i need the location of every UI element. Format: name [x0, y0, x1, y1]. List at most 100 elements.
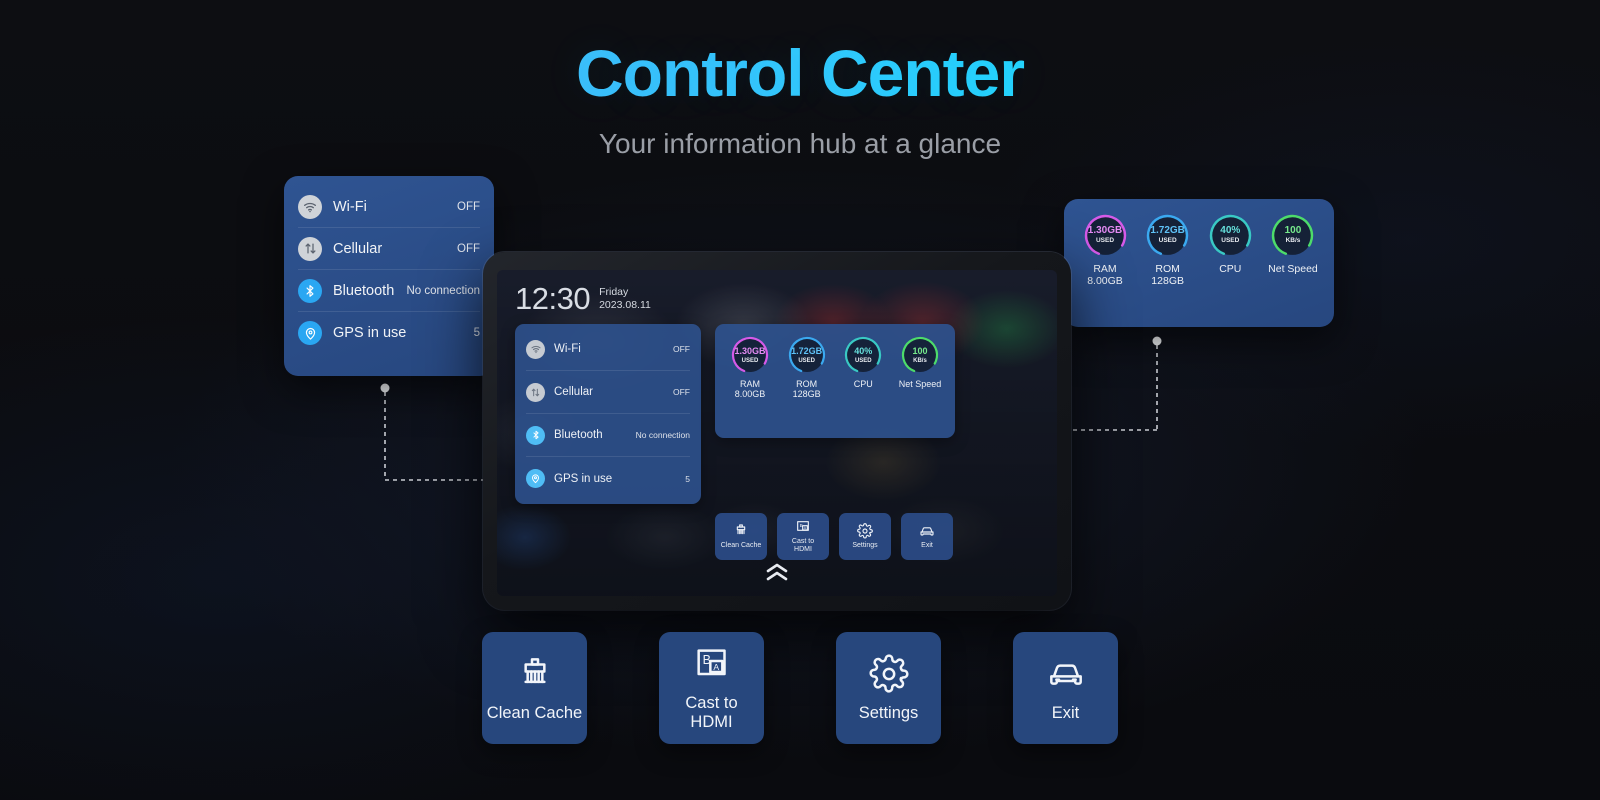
connectivity-value: OFF: [673, 387, 690, 398]
gauge-value: 40%: [1220, 225, 1241, 237]
button-label: Exit: [1051, 703, 1080, 722]
gauge-net-speed[interactable]: 100 KB/s Net Speed: [1262, 213, 1324, 275]
clock-time: 12:30: [515, 281, 591, 316]
screen-connectivity-row-cellular[interactable]: Cellular OFF: [526, 371, 690, 415]
action-button-bar: Clean Cache B A Cast to HDMI Settings Ex…: [0, 632, 1600, 744]
screen-action-label: Cast to HDMI: [791, 538, 815, 554]
scroll-up-handle[interactable]: [497, 562, 1057, 582]
head-unit-screen: 12:30 Friday 2023.08.11 Wi-Fi OFF Cellul…: [497, 270, 1057, 596]
clock-date: 2023.08.11: [599, 299, 651, 312]
system-stats-callout-panel: 1.30GB USED RAM 8.00GB 1.72GB USED ROM 1…: [1064, 199, 1334, 327]
gauge-ring: 1.30GB USED: [1083, 213, 1128, 258]
gauge-name: Net Speed: [1268, 263, 1318, 275]
gauge-ring: 1.72GB USED: [787, 335, 827, 375]
gauge-unit: USED: [854, 357, 872, 364]
gauge-value: 1.30GB: [734, 346, 766, 357]
gauge-ram[interactable]: 1.30GB USED RAM 8.00GB: [722, 335, 778, 399]
gauge-unit: USED: [798, 357, 815, 364]
clean-cache-button[interactable]: Clean Cache: [482, 632, 587, 744]
gauge-sub: 8.00GB: [1087, 275, 1123, 287]
page-title: Control Center: [0, 40, 1600, 106]
gauge-unit: KB/s: [1285, 236, 1301, 244]
connectivity-value: 5: [473, 327, 480, 339]
connectivity-row-wifi[interactable]: Wi-Fi OFF: [298, 186, 480, 228]
screen-action-cast-to-hdmi[interactable]: B A Cast to HDMI: [777, 513, 829, 561]
car-icon: [1049, 663, 1082, 685]
right-connector-dot: [1152, 336, 1162, 346]
connectivity-label: GPS in use: [333, 325, 407, 341]
gauge-value: 100: [1284, 225, 1302, 237]
connectivity-label: Bluetooth: [554, 429, 603, 442]
gauge-sub: 128GB: [792, 389, 821, 400]
connectivity-value: 5: [685, 473, 690, 484]
connectivity-label: Wi-Fi: [554, 343, 581, 356]
gauge-value: 1.30GB: [1087, 225, 1123, 237]
screen-connectivity-row-bluetooth[interactable]: Bluetooth No connection: [526, 414, 690, 458]
gauge-net-speed[interactable]: 100 KB/s Net Speed: [892, 335, 948, 399]
gauge-name: RAM: [740, 379, 760, 390]
screen-connectivity-row-gps[interactable]: GPS in use 5: [526, 457, 690, 500]
gauge-rom[interactable]: 1.72GB USED ROM 128GB: [779, 335, 835, 399]
clock-day: Friday: [599, 286, 629, 298]
connectivity-row-bluetooth[interactable]: Bluetooth No connection: [298, 270, 480, 312]
connectivity-value: OFF: [457, 242, 480, 255]
button-label: Cast to HDMI: [685, 694, 738, 731]
gauge-name: ROM: [796, 379, 818, 390]
screen-action-clean-cache[interactable]: Clean Cache: [715, 513, 767, 561]
gps-icon: [298, 321, 322, 345]
svg-text:A: A: [713, 662, 719, 672]
screen-connectivity-panel: Wi-Fi OFF Cellular OFF Bluetooth No conn…: [515, 324, 701, 505]
gauge-ram[interactable]: 1.30GB USED RAM 8.00GB: [1074, 213, 1136, 287]
exit-button[interactable]: Exit: [1013, 632, 1118, 744]
gauge-unit: USED: [741, 357, 759, 364]
gauge-cpu[interactable]: 40% USED CPU: [1199, 213, 1261, 275]
gauge-value: 1.72GB: [1150, 225, 1185, 237]
bluetooth-icon: [526, 425, 545, 445]
screen-action-label: Clean Cache: [720, 542, 762, 550]
left-connector-dot: [380, 383, 390, 393]
connectivity-value: No connection: [406, 284, 480, 297]
screen-action-label: Settings: [852, 542, 878, 550]
screen-action-tiles: Clean Cache B A Cast to HDMI Settings Ex…: [715, 513, 1039, 561]
chevron-double-up-icon: [766, 563, 788, 581]
gear-icon: [869, 654, 908, 693]
gauge-name: CPU: [853, 379, 873, 390]
connectivity-label: GPS in use: [554, 472, 613, 485]
connectivity-label: Cellular: [554, 386, 593, 399]
gauge-ring: 100 KB/s: [900, 335, 940, 375]
cellular-icon: [526, 382, 545, 402]
cast-hdmi-icon: B A: [696, 649, 726, 676]
connectivity-row-gps[interactable]: GPS in use 5: [298, 312, 480, 354]
gauge-name: CPU: [1219, 263, 1242, 275]
screen-action-exit[interactable]: Exit: [901, 513, 953, 561]
gauge-unit: USED: [1158, 236, 1177, 244]
screen-connectivity-row-wifi[interactable]: Wi-Fi OFF: [526, 328, 690, 372]
gauge-name: Net Speed: [898, 379, 942, 390]
cast-to-hdmi-button[interactable]: B A Cast to HDMI: [659, 632, 764, 744]
gauge-ring: 100 KB/s: [1270, 213, 1315, 258]
gauge-rom[interactable]: 1.72GB USED ROM 128GB: [1137, 213, 1199, 287]
connectivity-value: OFF: [457, 200, 480, 213]
gauge-ring: 1.30GB USED: [730, 335, 770, 375]
page-subtitle: Your information hub at a glance: [598, 128, 1002, 159]
screen-system-stats-panel: 1.30GB USED RAM 8.00GB 1.72GB USED ROM 1…: [715, 324, 955, 439]
gauge-name: RAM: [1093, 263, 1117, 275]
connectivity-row-cellular[interactable]: Cellular OFF: [298, 228, 480, 270]
settings-button[interactable]: Settings: [836, 632, 941, 744]
system-stats-gauges: 1.30GB USED RAM 8.00GB 1.72GB USED ROM 1…: [1074, 213, 1324, 287]
gauge-ring: 40% USED: [843, 335, 883, 375]
gps-icon: [526, 469, 545, 489]
gauge-value: 1.72GB: [791, 346, 823, 357]
page-root: Control Center Your information hub at a…: [0, 0, 1600, 800]
cellular-icon: [298, 236, 322, 261]
gauge-value: 100: [912, 346, 928, 357]
gauge-ring: 1.72GB USED: [1145, 213, 1190, 258]
gauge-sub: 128GB: [1151, 275, 1184, 287]
gauge-cpu[interactable]: 40% USED CPU: [835, 335, 891, 399]
screen-action-settings[interactable]: Settings: [839, 513, 891, 561]
gauge-unit: USED: [1095, 236, 1115, 244]
broom-icon: [523, 657, 546, 683]
connectivity-label: Bluetooth: [333, 282, 395, 299]
header: Control Center Your information hub at a…: [0, 40, 1600, 160]
car-head-unit-device: 12:30 Friday 2023.08.11 Wi-Fi OFF Cellul…: [483, 252, 1071, 610]
